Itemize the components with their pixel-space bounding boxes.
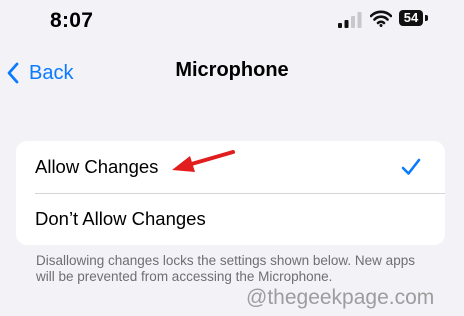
- option-label: Allow Changes: [35, 156, 159, 177]
- option-dont-allow-changes[interactable]: Don’t Allow Changes: [16, 193, 445, 245]
- battery-icon: 54: [399, 10, 429, 28]
- back-label: Back: [29, 61, 74, 84]
- status-time: 8:07: [50, 9, 94, 32]
- annotation-arrow-icon: [172, 150, 235, 172]
- status-bar: 8:07 54: [0, 0, 464, 38]
- option-label: Don’t Allow Changes: [35, 208, 206, 229]
- signal-icon: [338, 12, 362, 28]
- chevron-left-icon: [7, 62, 19, 84]
- watermark: @thegeekpage.com: [246, 286, 435, 309]
- battery-level: 54: [403, 10, 419, 25]
- footer-note: Disallowing changes locks the settings s…: [36, 253, 415, 284]
- wifi-icon: [370, 10, 392, 27]
- back-button[interactable]: Back: [6, 58, 73, 88]
- checkmark-icon: [401, 158, 421, 175]
